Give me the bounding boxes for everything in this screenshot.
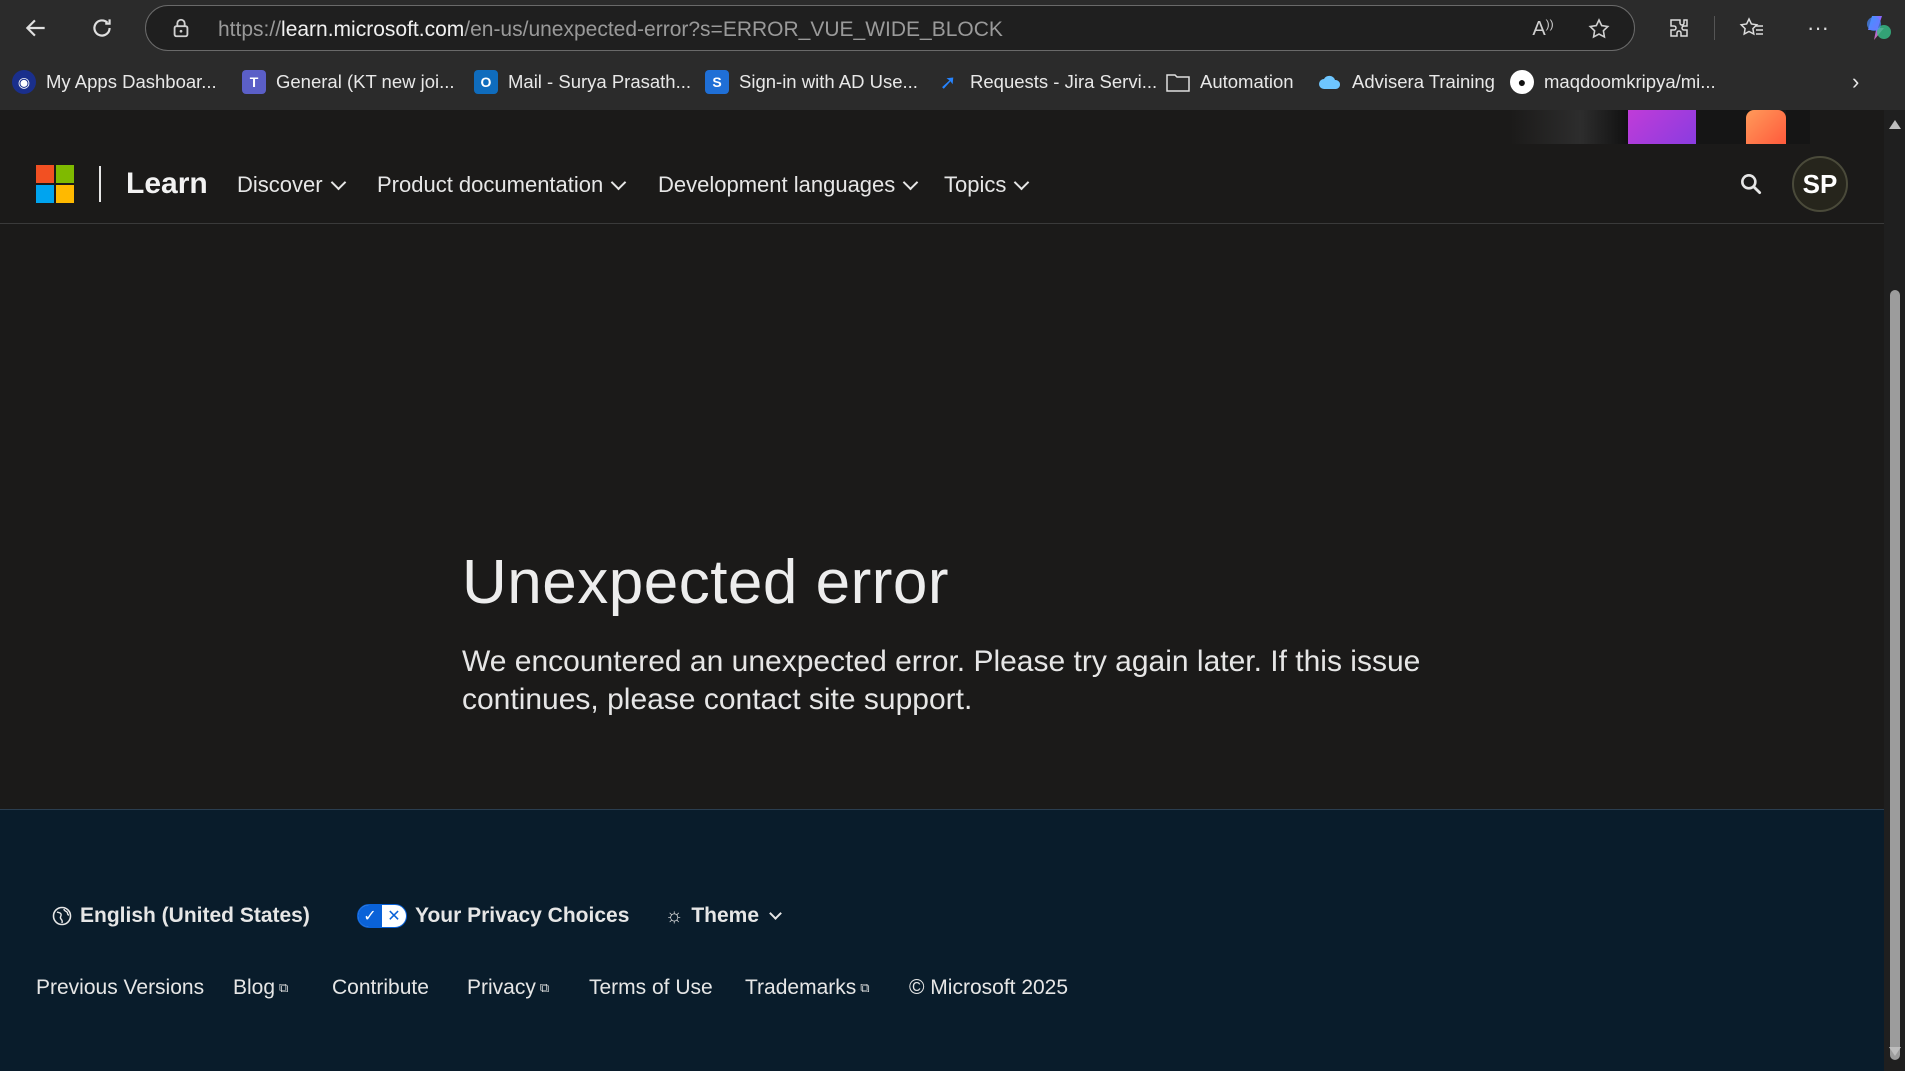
folder-icon — [1166, 70, 1190, 94]
reload-button[interactable] — [82, 8, 122, 48]
github-icon: ● — [1510, 70, 1534, 94]
bookmark-label: Automation — [1200, 71, 1294, 92]
nav-topics[interactable]: Topics — [944, 172, 1030, 198]
s-icon: S — [705, 70, 729, 94]
nav-label: Topics — [944, 172, 1007, 197]
footer-link-previous-versions[interactable]: Previous Versions — [36, 976, 204, 1000]
footer-link-terms-of-use[interactable]: Terms of Use — [589, 976, 713, 1000]
teams-icon: T — [242, 70, 266, 94]
more-menu-icon[interactable]: ··· — [1802, 12, 1834, 44]
privacy-choices-label: Your Privacy Choices — [415, 904, 630, 927]
reload-icon — [93, 19, 111, 37]
privacy-choices-link[interactable]: ✓ ✕ Your Privacy Choices — [357, 904, 629, 928]
bookmark-teams-general[interactable]: T General (KT new joi... — [242, 68, 455, 96]
bookmark-automation-folder[interactable]: Automation — [1166, 68, 1294, 96]
footer-link-label: Terms of Use — [589, 976, 713, 999]
bookmark-advisera[interactable]: Advisera Training — [1318, 68, 1495, 96]
logo-divider — [99, 166, 101, 202]
url-path: /en-us/unexpected-error?s=ERROR_VUE_WIDE… — [464, 18, 1003, 41]
user-avatar[interactable]: SP — [1792, 156, 1848, 212]
nav-development-languages[interactable]: Development languages — [658, 172, 919, 198]
nav-label: Product documentation — [377, 172, 604, 197]
chevron-down-icon — [610, 174, 627, 190]
chevron-down-icon — [1014, 174, 1030, 190]
footer-link-privacy[interactable]: Privacy ⧉ — [467, 976, 549, 1000]
nav-label: Development languages — [658, 172, 896, 197]
footer-link-label: Privacy — [467, 976, 536, 999]
outlook-icon: O — [474, 70, 498, 94]
language-label: English (United States) — [80, 904, 310, 927]
external-link-icon: ⧉ — [539, 980, 550, 995]
address-bar[interactable]: https://learn.microsoft.com/en-us/unexpe… — [145, 5, 1635, 51]
bookmark-label: Mail - Surya Prasath... — [508, 71, 692, 92]
search-icon[interactable] — [1738, 171, 1764, 197]
footer-link-label: Previous Versions — [36, 976, 205, 999]
back-button[interactable] — [16, 8, 56, 48]
bookmark-github[interactable]: ● maqdoomkripya/mi... — [1510, 68, 1716, 96]
globe-icon — [52, 906, 72, 926]
bookmark-label: General (KT new joi... — [276, 71, 455, 92]
promo-banner-strip — [1510, 110, 1810, 144]
external-link-icon: ⧉ — [860, 980, 870, 995]
url-prefix: https:// — [218, 18, 282, 41]
footer-link-label: Blog — [233, 976, 276, 999]
learn-brand-link[interactable]: Learn — [126, 167, 208, 201]
url-host: learn.microsoft.com — [281, 18, 465, 41]
footer-link-contribute[interactable]: Contribute — [332, 976, 429, 1000]
bookmarks-overflow-chevron-icon[interactable]: › — [1852, 68, 1859, 96]
copyright-text: © Microsoft 2025 — [909, 976, 1069, 999]
jira-icon: ➚ — [939, 71, 957, 94]
theme-label: Theme — [691, 904, 760, 927]
site-header: Learn Discover Product documentation Dev… — [0, 144, 1884, 224]
scroll-down-arrow-icon[interactable] — [1889, 1047, 1901, 1056]
scrollbar-thumb[interactable] — [1890, 290, 1900, 1060]
page-content: Learn Discover Product documentation Dev… — [0, 110, 1884, 1071]
cloud-icon — [1318, 70, 1342, 94]
privacy-choices-icon: ✓ ✕ — [357, 904, 407, 928]
chevron-down-icon — [903, 174, 919, 190]
bookmark-label: Requests - Jira Servi... — [970, 71, 1158, 92]
url-text[interactable]: https://learn.microsoft.com/en-us/unexpe… — [218, 18, 1003, 42]
favorites-icon[interactable] — [1736, 12, 1768, 44]
bookmark-label: My Apps Dashboar... — [46, 71, 217, 92]
footer-link-label: Contribute — [332, 976, 429, 999]
language-selector[interactable]: English (United States) — [52, 904, 310, 928]
bookmark-mail[interactable]: O Mail - Surya Prasath... — [474, 68, 691, 96]
footer-link-blog[interactable]: Blog ⧉ — [233, 976, 288, 1000]
bookmark-sign-in-ad[interactable]: S Sign-in with AD Use... — [705, 68, 918, 96]
microsoft-logo[interactable] — [36, 165, 74, 203]
nav-discover[interactable]: Discover — [237, 172, 346, 198]
chevron-down-icon — [330, 174, 346, 190]
error-main: Unexpected error We encountered an unexp… — [0, 225, 1884, 809]
back-arrow-icon — [25, 19, 45, 37]
bookmark-my-apps[interactable]: ◉ My Apps Dashboar... — [12, 68, 217, 96]
sun-icon: ☼ — [665, 904, 684, 927]
bookmark-label: Sign-in with AD Use... — [739, 71, 918, 92]
toolbar-divider — [1714, 16, 1715, 40]
copilot-icon[interactable] — [1862, 12, 1894, 44]
browser-chrome: https://learn.microsoft.com/en-us/unexpe… — [0, 0, 1905, 110]
read-aloud-icon[interactable]: A)) — [1528, 14, 1558, 44]
vertical-scrollbar[interactable] — [1884, 110, 1905, 1071]
external-link-icon: ⧉ — [279, 980, 289, 995]
my-apps-icon: ◉ — [12, 70, 36, 94]
nav-product-documentation[interactable]: Product documentation — [377, 172, 627, 198]
scroll-up-arrow-icon[interactable] — [1889, 120, 1901, 129]
bookmark-label: Advisera Training — [1352, 71, 1495, 92]
theme-selector[interactable]: ☼ Theme — [665, 904, 782, 928]
nav-label: Discover — [237, 172, 323, 197]
favorite-star-icon[interactable] — [1584, 14, 1614, 44]
error-message: We encountered an unexpected error. Plea… — [462, 645, 1421, 716]
chevron-down-icon — [769, 906, 782, 920]
site-footer: English (United States) ✓ ✕ Your Privacy … — [0, 809, 1884, 1071]
footer-link-label: Trademarks — [745, 976, 857, 999]
lock-icon — [173, 18, 189, 38]
error-title: Unexpected error — [462, 548, 950, 617]
bookmark-jira[interactable]: ➚ Requests - Jira Servi... — [936, 68, 1158, 96]
bookmark-label: maqdoomkripya/mi... — [1544, 71, 1716, 92]
extensions-icon[interactable] — [1663, 12, 1695, 44]
footer-link-trademarks[interactable]: Trademarks ⧉ — [745, 976, 870, 1000]
